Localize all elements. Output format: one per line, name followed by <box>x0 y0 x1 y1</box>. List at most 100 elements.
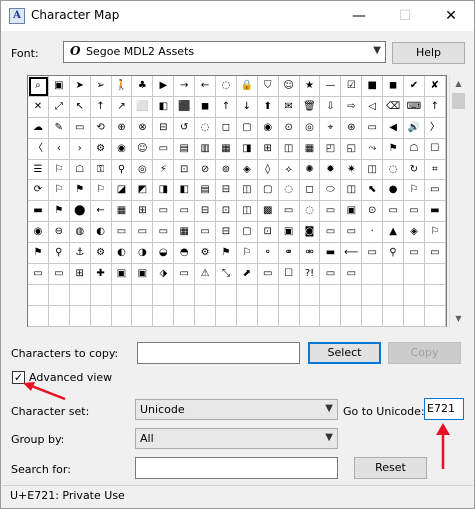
scroll-down-icon[interactable]: ▼ <box>450 310 467 327</box>
group-by-combobox[interactable]: All ▼ <box>135 428 338 449</box>
character-cell[interactable]: ✎ <box>48 117 70 139</box>
character-cell[interactable]: ◫ <box>278 138 300 160</box>
character-cell[interactable]: ⟡ <box>278 159 300 181</box>
character-cell[interactable]: ◊ <box>257 159 279 181</box>
character-cell[interactable]: ◧ <box>174 180 196 202</box>
character-cell[interactable]: ▭ <box>424 243 446 265</box>
character-cell[interactable] <box>174 305 196 327</box>
character-cell[interactable]: ⊟ <box>216 222 237 244</box>
character-cell[interactable]: ▭ <box>362 117 384 139</box>
character-cell[interactable]: ◐ <box>111 243 133 265</box>
character-cell[interactable]: ⚐ <box>424 222 446 244</box>
character-cell[interactable]: ☐ <box>424 138 446 160</box>
character-cell[interactable]: ⚙ <box>90 138 112 160</box>
character-cell[interactable] <box>424 284 446 306</box>
character-cell[interactable]: 〈 <box>28 138 49 160</box>
character-cell[interactable]: ◌ <box>278 180 300 202</box>
select-button[interactable]: Select <box>308 342 381 364</box>
character-cell[interactable]: ⊘ <box>195 159 217 181</box>
character-cell[interactable]: ✘ <box>424 76 446 97</box>
character-cell[interactable]: ☖ <box>69 159 91 181</box>
character-cell[interactable]: ◌ <box>216 76 237 97</box>
character-cell[interactable]: ▭ <box>195 222 217 244</box>
character-cell[interactable]: ◼ <box>195 96 217 118</box>
character-cell[interactable]: ▣ <box>48 76 70 97</box>
character-cell[interactable] <box>48 305 70 327</box>
character-cell[interactable] <box>341 284 363 306</box>
character-cell[interactable]: ▭ <box>153 201 175 223</box>
character-cell[interactable]: ☺ <box>132 138 154 160</box>
character-cell[interactable]: ▭ <box>132 222 154 244</box>
character-cell[interactable] <box>362 305 384 327</box>
character-cell[interactable]: ▭ <box>383 201 405 223</box>
character-cell[interactable]: ◈ <box>404 222 425 244</box>
character-cell[interactable]: ▭ <box>320 264 342 285</box>
character-cell[interactable]: ⚐ <box>48 159 70 181</box>
character-cell[interactable]: ▭ <box>111 222 133 244</box>
character-cell[interactable]: ◌ <box>195 117 217 139</box>
character-cell[interactable] <box>424 264 446 285</box>
character-cell[interactable]: ⟵ <box>341 243 363 265</box>
character-cell[interactable]: ◌ <box>383 159 405 181</box>
character-cell[interactable]: ● <box>383 180 405 202</box>
character-cell[interactable] <box>48 284 70 306</box>
character-cell[interactable]: 🚶 <box>111 76 133 97</box>
character-cell[interactable]: ⊡ <box>216 201 237 223</box>
character-cell[interactable]: ↖ <box>69 96 91 118</box>
character-cell[interactable]: › <box>69 138 91 160</box>
scroll-thumb[interactable] <box>452 93 465 109</box>
character-cell[interactable] <box>383 305 405 327</box>
character-cell[interactable]: ⚑ <box>383 138 405 160</box>
character-cell[interactable]: ▦ <box>216 138 237 160</box>
character-cell[interactable]: ↻ <box>404 159 425 181</box>
character-cell[interactable]: — <box>320 76 342 97</box>
character-cell[interactable]: ⤢ <box>48 96 70 118</box>
character-cell[interactable]: ◻ <box>216 117 237 139</box>
character-cell[interactable]: ▭ <box>28 264 49 285</box>
character-cell[interactable]: ▭ <box>48 264 70 285</box>
character-cell[interactable]: ☐ <box>278 264 300 285</box>
character-cell[interactable]: ☖ <box>404 138 425 160</box>
character-cell[interactable]: ⚲ <box>48 243 70 265</box>
character-cell[interactable]: ◎ <box>299 117 321 139</box>
character-set-combobox[interactable]: Unicode ▼ <box>135 399 338 420</box>
character-cell[interactable]: ⊡ <box>257 222 279 244</box>
character-cell[interactable]: ★ <box>299 76 321 97</box>
character-cell[interactable]: ➢ <box>90 76 112 97</box>
character-cell[interactable]: ▭ <box>341 222 363 244</box>
character-cell[interactable]: ▥ <box>195 138 217 160</box>
character-cell[interactable] <box>174 284 196 306</box>
character-cell[interactable]: ☺ <box>278 76 300 97</box>
character-cell[interactable]: ⬛ <box>174 96 196 118</box>
characters-to-copy-input[interactable] <box>137 342 300 364</box>
character-cell[interactable]: ⬉ <box>362 180 384 202</box>
character-cell[interactable] <box>341 305 363 327</box>
character-cell[interactable]: → <box>174 76 196 97</box>
character-cell[interactable]: ◁ <box>362 96 384 118</box>
character-cell[interactable]: ✺ <box>299 159 321 181</box>
character-cell[interactable] <box>257 305 279 327</box>
character-cell[interactable]: 〉 <box>424 117 446 139</box>
character-cell[interactable]: ◍ <box>69 222 91 244</box>
character-cell[interactable]: ▭ <box>257 264 279 285</box>
character-cell[interactable]: ✹ <box>320 159 342 181</box>
copy-button[interactable]: Copy <box>388 342 461 364</box>
character-cell[interactable] <box>362 264 384 285</box>
character-cell[interactable]: ▢ <box>257 180 279 202</box>
character-cell[interactable] <box>383 284 405 306</box>
character-cell[interactable]: ◼ <box>383 76 405 97</box>
character-cell[interactable]: ▤ <box>174 138 196 160</box>
character-cell[interactable]: ◨ <box>153 180 175 202</box>
character-cell[interactable]: ◌ <box>299 201 321 223</box>
character-cell[interactable]: ▭ <box>174 201 196 223</box>
character-cell[interactable] <box>278 284 300 306</box>
character-cell[interactable] <box>111 284 133 306</box>
character-cell[interactable]: ⚡ <box>153 159 175 181</box>
scroll-up-icon[interactable]: ▲ <box>450 75 467 92</box>
character-cell[interactable]: ▬ <box>424 201 446 223</box>
character-cell[interactable]: ♣ <box>132 76 154 97</box>
character-cell[interactable]: ⊟ <box>153 117 175 139</box>
character-cell[interactable]: ⊟ <box>195 201 217 223</box>
help-button[interactable]: Help <box>392 42 465 64</box>
character-cell[interactable]: ⇨ <box>341 96 363 118</box>
